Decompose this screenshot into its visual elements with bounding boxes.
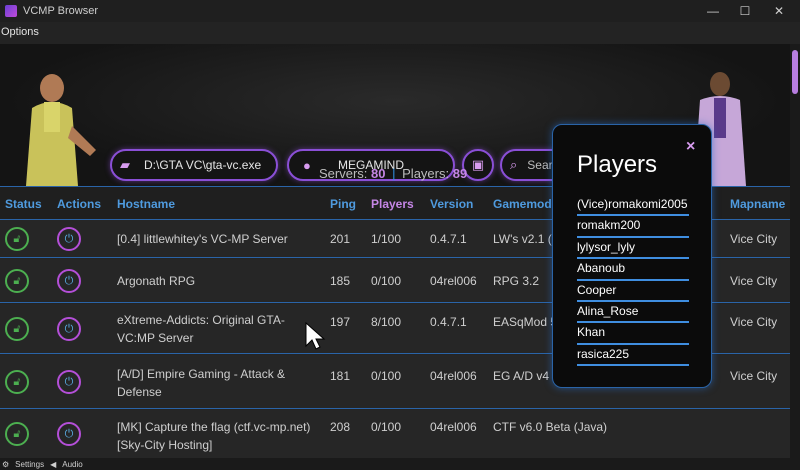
col-ping[interactable]: Ping [330,197,356,211]
server-player-counts: Servers: 80 | Players: 89 [319,166,467,181]
character-left-image [26,74,96,186]
folder-icon: ▰ [120,157,130,172]
settings-link[interactable]: Settings [15,460,44,469]
ping-cell: 185 [330,274,351,288]
col-version[interactable]: Version [430,197,473,211]
col-actions[interactable]: Actions [57,197,101,211]
unlocked-icon[interactable]: 🔓︎ [5,227,29,251]
col-mapname[interactable]: Mapname [730,197,785,211]
connect-icon[interactable]: ⏻ [57,370,81,394]
players-cell: 8/100 [371,315,402,329]
mapname-cell: Vice City [730,315,778,329]
mapname-cell: Vice City [730,274,778,288]
ping-cell: 208 [330,420,351,434]
player-list-item: (Vice)romakomi2005 [577,195,689,217]
players-cell: 1/100 [371,232,402,246]
version-cell: 04rel006 [430,420,477,434]
settings-icon: ⚙ [2,459,10,469]
search-icon: ⌕ [510,157,518,172]
menu-bar: Options [0,22,800,44]
hostname-cell: eXtreme-Addicts: Original GTA-VC:MP Serv… [117,313,285,345]
players-count: 89 [452,166,468,181]
mapname-cell: Vice City [730,232,778,246]
players-label: Players: [402,166,450,181]
ping-cell: 181 [330,369,351,383]
mapname-cell: Vice City [730,369,778,383]
counts-separator: | [392,166,396,181]
player-list-item: romakm200 [577,216,689,238]
col-hostname[interactable]: Hostname [117,197,175,211]
connect-icon[interactable]: ⏻ [57,422,81,446]
player-list-item: Cooper [577,281,689,302]
window-title: VCMP Browser [23,5,98,17]
player-list-item: Abanoub [577,259,689,281]
menu-options[interactable]: Options [1,26,39,38]
hostname-cell: [0.4] littlewhitey's VC-MP Server [117,232,288,246]
players-list: (Vice)romakomi2005 romakm200 lylysor_lyl… [577,195,689,367]
servers-count: 80 [371,166,386,181]
connect-icon[interactable]: ⏻ [57,227,81,251]
title-bar: VCMP Browser — ☐ ✕ [0,0,800,22]
ping-cell: 201 [330,232,351,246]
col-players[interactable]: Players [371,197,414,211]
scroll-thumb[interactable] [792,50,798,94]
app-icon [5,5,17,17]
hostname-cell: Argonath RPG [117,274,196,288]
minimize-button[interactable]: — [696,0,730,22]
connect-icon[interactable]: ⏻ [57,317,81,341]
player-list-item: lylysor_lyly [577,238,689,260]
players-cell: 0/100 [371,369,402,383]
player-list-item: Khan [577,323,689,345]
unlocked-icon[interactable]: 🔓︎ [5,269,29,293]
popup-close-button[interactable]: × [686,138,695,156]
hostname-cell: [MK] Capture the flag (ctf.vc-mp.net) [S… [117,420,311,452]
gamemode-cell: CTF v6.0 Beta (Java) [493,420,608,434]
mouse-cursor-icon [305,322,326,350]
close-window-button[interactable]: ✕ [762,0,796,22]
connect-icon[interactable]: ⏻ [57,269,81,293]
version-cell: 04rel006 [430,274,477,288]
speaker-icon: ◀ [50,459,57,469]
player-list-item: rasica225 [577,345,689,367]
hostname-cell: [A/D] Empire Gaming - Attack & Defense [117,367,286,399]
table-row[interactable]: 🔓︎ ⏻ [MK] Capture the flag (ctf.vc-mp.ne… [0,410,790,458]
gamemode-cell: EASqMod 5 [493,315,558,329]
unlocked-icon[interactable]: 🔓︎ [5,422,29,446]
gamemode-cell: RPG 3.2 [493,274,540,288]
player-list-item: Alina_Rose [577,302,689,324]
game-path-field[interactable]: ▰ D:\GTA VC\gta-vc.exe [110,149,278,181]
col-gamemode[interactable]: Gamemode [493,197,558,211]
servers-label: Servers: [319,166,368,181]
players-cell: 0/100 [371,420,402,434]
unlocked-icon[interactable]: 🔓︎ [5,317,29,341]
footer-bar: ⚙ Settings ◀ Audio [0,458,800,470]
audio-link[interactable]: Audio [62,460,82,469]
version-cell: 0.4.7.1 [430,315,467,329]
game-path-value: D:\GTA VC\gta-vc.exe [144,158,262,172]
col-status[interactable]: Status [5,197,42,211]
gamemode-cell: LW's v2.1 (I [493,232,556,246]
maximize-button[interactable]: ☐ [728,0,762,22]
version-cell: 04rel006 [430,369,477,383]
version-cell: 0.4.7.1 [430,232,467,246]
save-icon: ▣ [471,157,485,172]
gamemode-cell: EG A/D v4 [493,369,550,383]
unlocked-icon[interactable]: 🔓︎ [5,370,29,394]
user-icon: ● [303,158,311,173]
players-popup: Players × (Vice)romakomi2005 romakm200 l… [552,124,712,388]
vertical-scrollbar[interactable] [790,44,800,458]
ping-cell: 197 [330,315,351,329]
popup-title: Players [577,151,658,178]
players-cell: 0/100 [371,274,402,288]
